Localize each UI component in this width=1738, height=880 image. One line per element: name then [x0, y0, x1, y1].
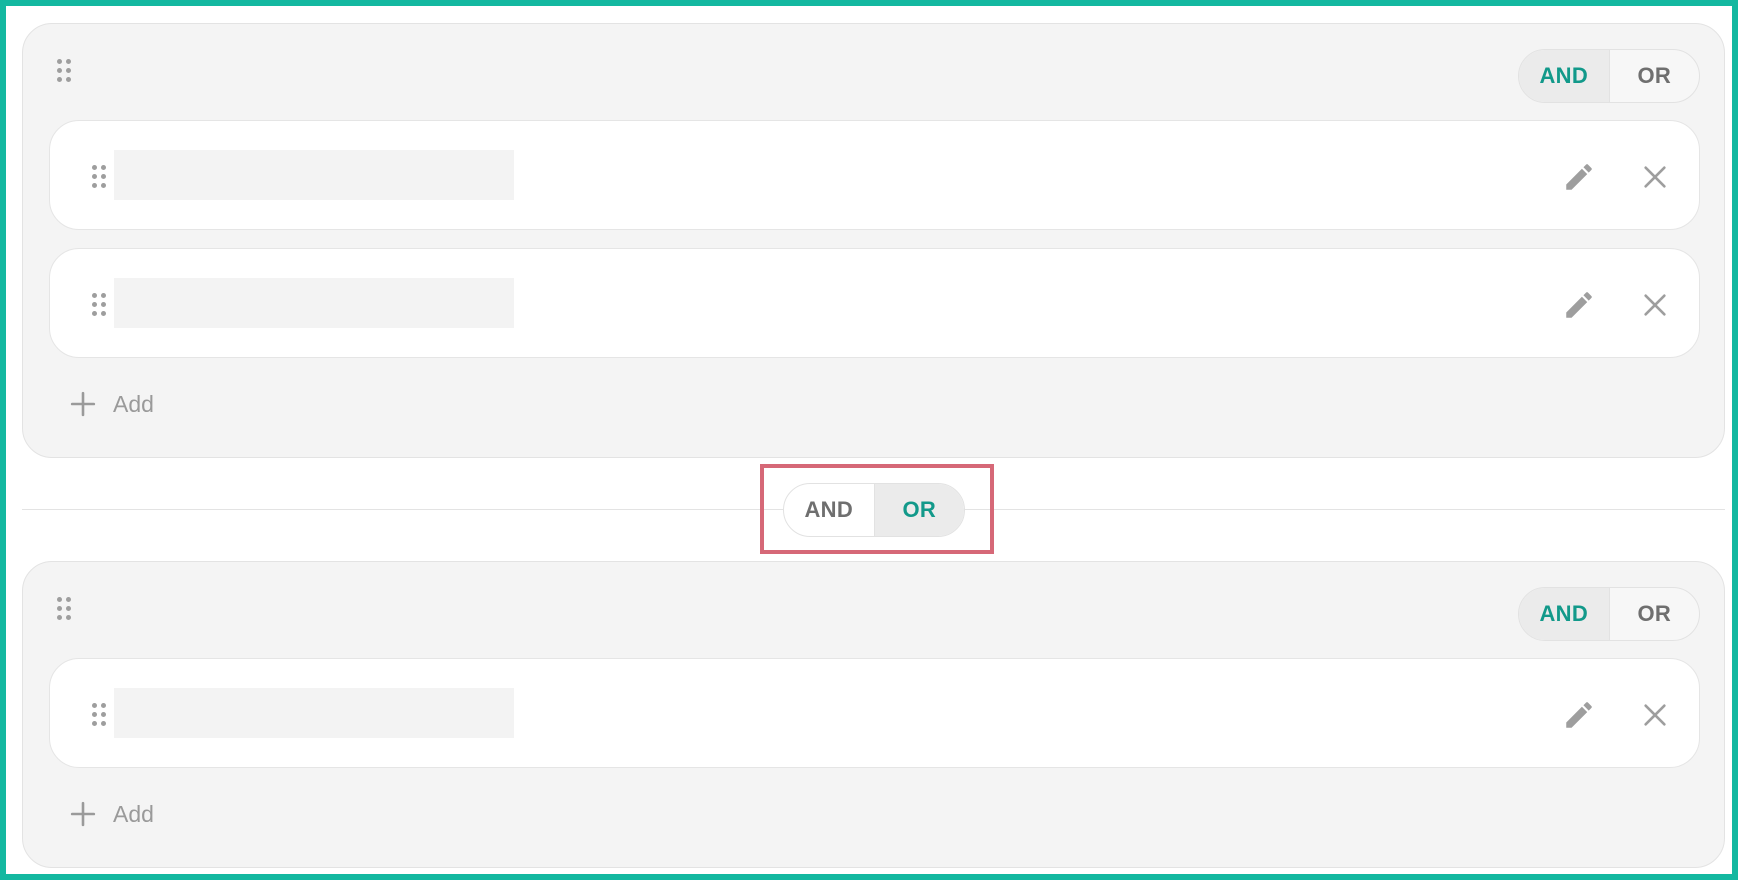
add-label: Add — [113, 800, 154, 827]
add-condition-button[interactable]: Add — [63, 384, 154, 424]
connector-and-button[interactable]: AND — [784, 484, 874, 536]
drag-handle-icon[interactable] — [57, 595, 71, 621]
condition-field[interactable] — [114, 278, 514, 328]
drag-handle-icon[interactable] — [92, 163, 106, 189]
pencil-icon[interactable] — [1559, 157, 1599, 197]
condition-field[interactable] — [114, 150, 514, 200]
condition-row — [49, 120, 1700, 230]
group-operator-toggle: AND OR — [1518, 49, 1700, 103]
close-icon[interactable] — [1635, 695, 1675, 735]
plus-icon — [63, 384, 103, 424]
group-connector-toggle: AND OR — [783, 483, 965, 537]
drag-handle-icon[interactable] — [92, 291, 106, 317]
operator-and-button[interactable]: AND — [1519, 588, 1609, 640]
group-operator-toggle: AND OR — [1518, 587, 1700, 641]
operator-or-button[interactable]: OR — [1608, 588, 1700, 640]
close-icon[interactable] — [1635, 157, 1675, 197]
condition-field[interactable] — [114, 688, 514, 738]
pencil-icon[interactable] — [1559, 695, 1599, 735]
operator-or-button[interactable]: OR — [1608, 50, 1700, 102]
drag-handle-icon[interactable] — [57, 57, 71, 83]
condition-row — [49, 658, 1700, 768]
condition-row — [49, 248, 1700, 358]
close-icon[interactable] — [1635, 285, 1675, 325]
screen-frame: AND OR Add AND OR AND OR Add — [0, 0, 1738, 880]
operator-and-button[interactable]: AND — [1519, 50, 1609, 102]
plus-icon — [63, 794, 103, 834]
condition-group-1: AND OR Add — [22, 23, 1725, 458]
add-label: Add — [113, 390, 154, 417]
pencil-icon[interactable] — [1559, 285, 1599, 325]
drag-handle-icon[interactable] — [92, 701, 106, 727]
add-condition-button[interactable]: Add — [63, 794, 154, 834]
connector-or-button[interactable]: OR — [873, 484, 964, 536]
condition-group-2: AND OR Add — [22, 561, 1725, 868]
